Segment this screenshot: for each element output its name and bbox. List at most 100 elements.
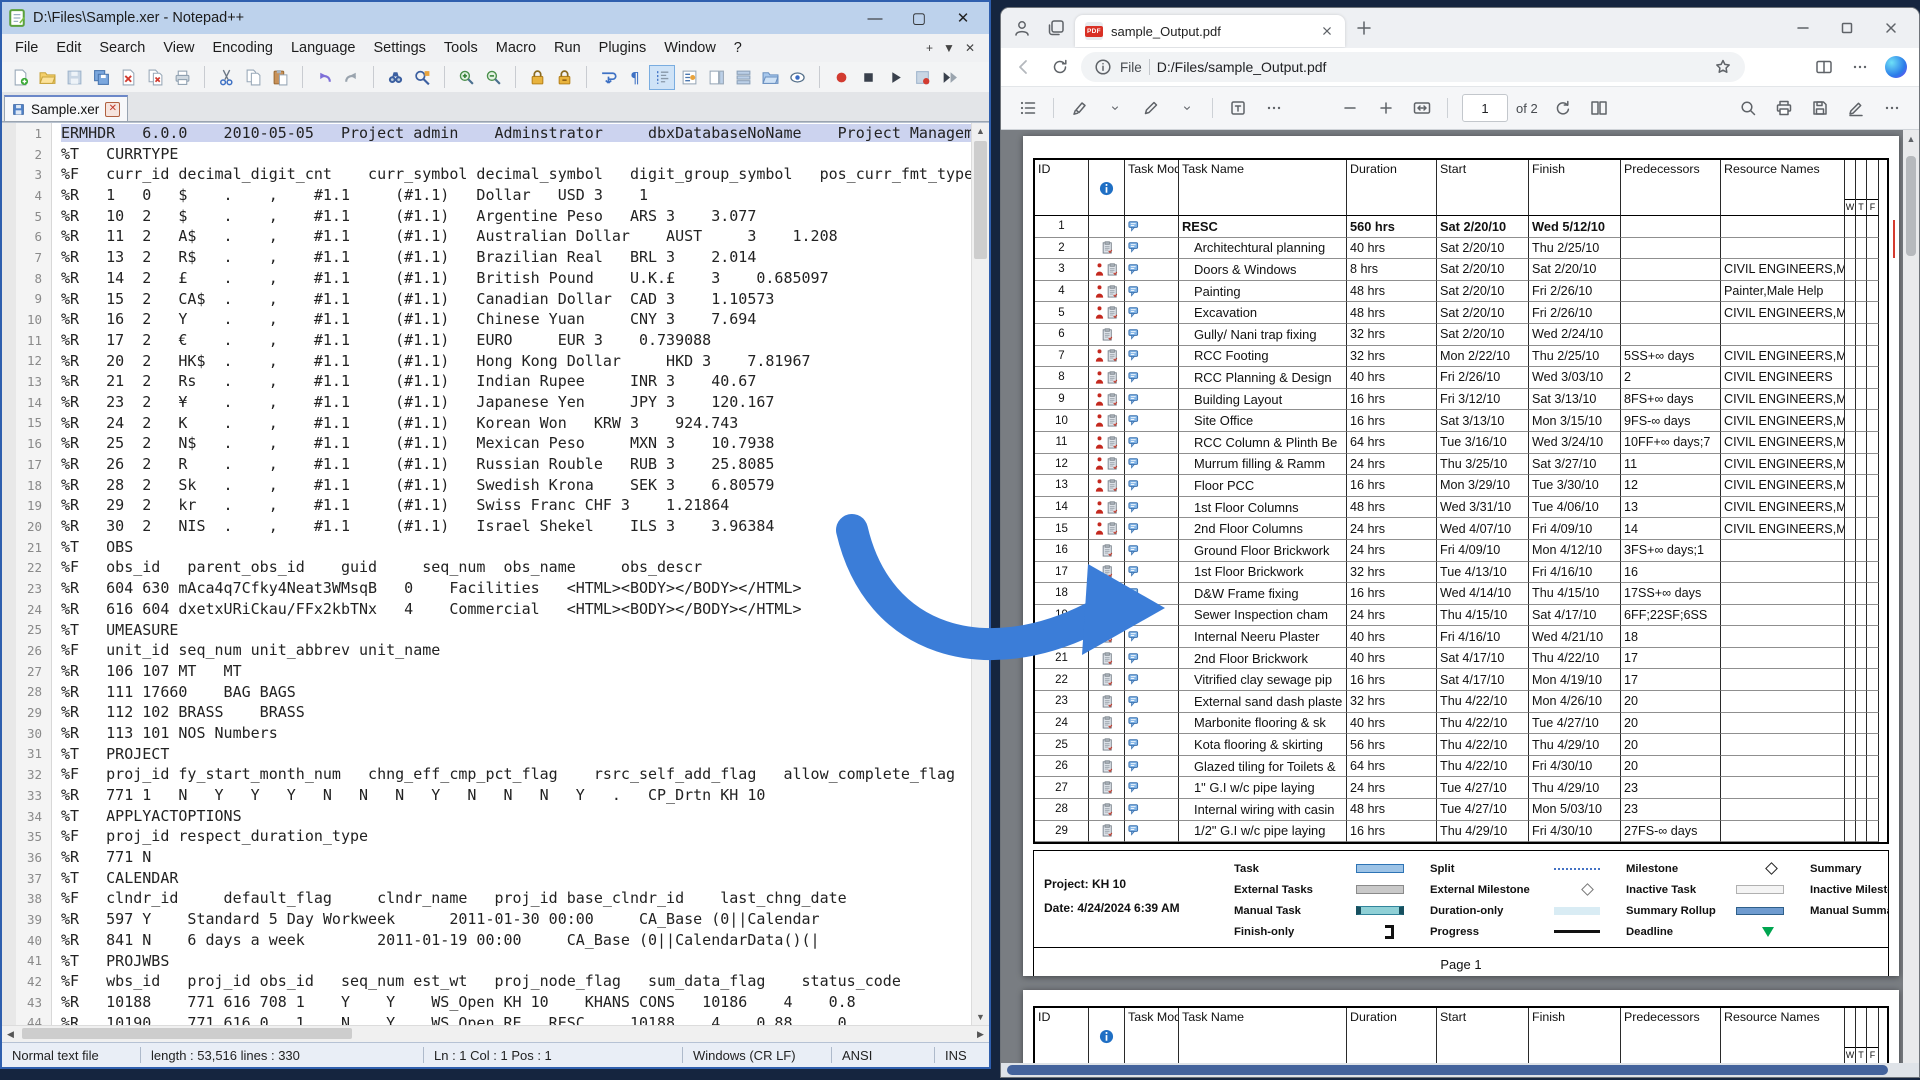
toolbar-document-map[interactable] bbox=[703, 65, 729, 90]
toolbar-indent-guide[interactable] bbox=[649, 64, 675, 90]
tab-list-icon[interactable]: ▼ bbox=[943, 41, 955, 55]
split-screen-button[interactable] bbox=[1809, 52, 1839, 82]
toolbar-macro-save[interactable] bbox=[909, 65, 935, 90]
toolbar-sync-vertical-scroll[interactable] bbox=[524, 65, 550, 90]
horizontal-scrollbar[interactable]: ◀ ▶ bbox=[2, 1025, 989, 1042]
fit-to-width-button[interactable] bbox=[1405, 93, 1439, 123]
scroll-up-icon[interactable]: ▲ bbox=[1903, 134, 1919, 144]
pdf-tool-more[interactable] bbox=[1875, 93, 1909, 123]
text-editor[interactable]: 1 ERMHDR 6.0.0 2010-05-05 Project admin A… bbox=[2, 122, 989, 1025]
scrollbar-thumb[interactable] bbox=[1906, 156, 1916, 256]
menu-item-language[interactable]: Language bbox=[282, 37, 365, 59]
settings-more-button[interactable] bbox=[1845, 52, 1875, 82]
pdf-tool-more[interactable] bbox=[1257, 93, 1291, 123]
menu-item-view[interactable]: View bbox=[154, 37, 203, 59]
profile-button[interactable] bbox=[1007, 13, 1037, 43]
pdf-tool-print[interactable] bbox=[1767, 93, 1801, 123]
menu-item-tools[interactable]: Tools bbox=[435, 37, 487, 59]
toolbar-sync-horizontal-scroll[interactable] bbox=[551, 65, 577, 90]
toolbar-save-file[interactable] bbox=[61, 65, 87, 90]
pdf-canvas[interactable]: IDTask ModeTask NameDurationStartFinishP… bbox=[1001, 130, 1919, 1063]
toolbar-zoom-out[interactable] bbox=[480, 65, 506, 90]
pdf-tool-draw-menu[interactable] bbox=[1170, 93, 1204, 123]
toolbar-function-list[interactable] bbox=[676, 65, 702, 90]
pdf-tool-text-note[interactable] bbox=[1221, 93, 1255, 123]
site-info-icon[interactable] bbox=[1093, 57, 1113, 77]
toolbar-paste[interactable] bbox=[267, 65, 293, 90]
pdf-tool-draw[interactable] bbox=[1134, 93, 1168, 123]
refresh-button[interactable] bbox=[1045, 52, 1075, 82]
toolbar-macro-record[interactable] bbox=[828, 65, 854, 90]
toolbar-document-list[interactable] bbox=[730, 65, 756, 90]
menu-item-settings[interactable]: Settings bbox=[364, 37, 434, 59]
workspaces-icon[interactable] bbox=[1041, 13, 1071, 43]
toolbar-document-monitor[interactable] bbox=[784, 65, 810, 90]
close-tab-button[interactable]: ✕ bbox=[965, 41, 975, 55]
pdf-tool-highlight[interactable] bbox=[1062, 93, 1096, 123]
toolbar-zoom-in[interactable] bbox=[453, 65, 479, 90]
pdf-horizontal-scrollbar[interactable] bbox=[1001, 1063, 1919, 1077]
toolbar-close-all[interactable] bbox=[142, 65, 168, 90]
menu-item-run[interactable]: Run bbox=[545, 37, 590, 59]
notepad-titlebar[interactable]: D:\Files\Sample.xer - Notepad++ — ▢ ✕ bbox=[2, 2, 989, 34]
toolbar-undo[interactable] bbox=[311, 65, 337, 90]
maximize-button[interactable]: ▢ bbox=[899, 6, 939, 30]
minimize-button[interactable] bbox=[1781, 9, 1825, 47]
toolbar-open-file[interactable] bbox=[34, 65, 60, 90]
browser-tab[interactable]: PDF sample_Output.pdf bbox=[1075, 15, 1345, 47]
scroll-down-icon[interactable]: ▼ bbox=[972, 1009, 989, 1025]
toolbar-close[interactable] bbox=[115, 65, 141, 90]
menu-item-macro[interactable]: Macro bbox=[487, 37, 545, 59]
zoom-out-button[interactable] bbox=[1333, 93, 1367, 123]
scrollbar-thumb[interactable] bbox=[974, 141, 987, 259]
scrollbar-thumb[interactable] bbox=[22, 1028, 352, 1039]
back-button[interactable] bbox=[1009, 52, 1039, 82]
rotate-button[interactable] bbox=[1546, 93, 1580, 123]
zoom-in-button[interactable] bbox=[1369, 93, 1403, 123]
toolbar-copy[interactable] bbox=[240, 65, 266, 90]
toolbar-cut[interactable] bbox=[213, 65, 239, 90]
new-tab-button[interactable]: + bbox=[926, 41, 933, 55]
tab-close-icon[interactable]: ✕ bbox=[105, 101, 121, 117]
minimize-button[interactable]: — bbox=[855, 6, 895, 30]
toolbar-find[interactable] bbox=[382, 65, 408, 90]
vertical-scrollbar[interactable]: ▲ ▼ bbox=[971, 123, 989, 1025]
scroll-right-icon[interactable]: ▶ bbox=[972, 1026, 989, 1042]
pdf-tool-save[interactable] bbox=[1803, 93, 1837, 123]
menu-item-search[interactable]: Search bbox=[90, 37, 154, 59]
tab-close-icon[interactable] bbox=[1319, 23, 1335, 39]
close-button[interactable]: ✕ bbox=[943, 6, 983, 30]
scroll-up-icon[interactable]: ▲ bbox=[972, 123, 989, 139]
toolbar-save-all[interactable] bbox=[88, 65, 114, 90]
tab-sample-xer[interactable]: Sample.xer ✕ bbox=[4, 95, 129, 121]
menu-item-help[interactable]: ? bbox=[725, 37, 751, 59]
new-tab-button[interactable] bbox=[1349, 13, 1379, 43]
toolbar-new-file[interactable] bbox=[7, 65, 33, 90]
menu-item-file[interactable]: File bbox=[6, 37, 47, 59]
toolbar-redo[interactable] bbox=[338, 65, 364, 90]
menu-item-window[interactable]: Window bbox=[655, 37, 725, 59]
menu-item-encoding[interactable]: Encoding bbox=[204, 37, 282, 59]
page-number-input[interactable]: 1 bbox=[1462, 94, 1508, 122]
toolbar-show-all-characters[interactable]: ¶ bbox=[622, 65, 648, 90]
toolbar-macro-play[interactable] bbox=[882, 65, 908, 90]
pdf-tool-annotate[interactable] bbox=[1839, 93, 1873, 123]
menu-item-edit[interactable]: Edit bbox=[47, 37, 90, 59]
pdf-vertical-scrollbar[interactable]: ▲ bbox=[1903, 130, 1919, 1063]
menu-item-plugins[interactable]: Plugins bbox=[590, 37, 656, 59]
pdf-tool-highlight-menu[interactable] bbox=[1098, 93, 1132, 123]
toolbar-print[interactable] bbox=[169, 65, 195, 90]
copilot-button[interactable] bbox=[1881, 52, 1911, 82]
address-bar[interactable]: File D:/Files/sample_Output.pdf bbox=[1081, 52, 1745, 82]
scroll-left-icon[interactable]: ◀ bbox=[2, 1026, 19, 1042]
maximize-button[interactable] bbox=[1825, 9, 1869, 47]
toolbar-macro-stop[interactable] bbox=[855, 65, 881, 90]
pdf-tool-toc[interactable] bbox=[1011, 93, 1045, 123]
toolbar-replace[interactable] bbox=[409, 65, 435, 90]
page-view-button[interactable] bbox=[1582, 93, 1616, 123]
pdf-tool-search[interactable] bbox=[1731, 93, 1765, 123]
toolbar-macro-run-multiple[interactable] bbox=[936, 65, 962, 90]
toolbar-folder-as-workspace[interactable] bbox=[757, 65, 783, 90]
close-button[interactable] bbox=[1869, 9, 1913, 47]
favorites-star-icon[interactable] bbox=[1713, 57, 1733, 77]
